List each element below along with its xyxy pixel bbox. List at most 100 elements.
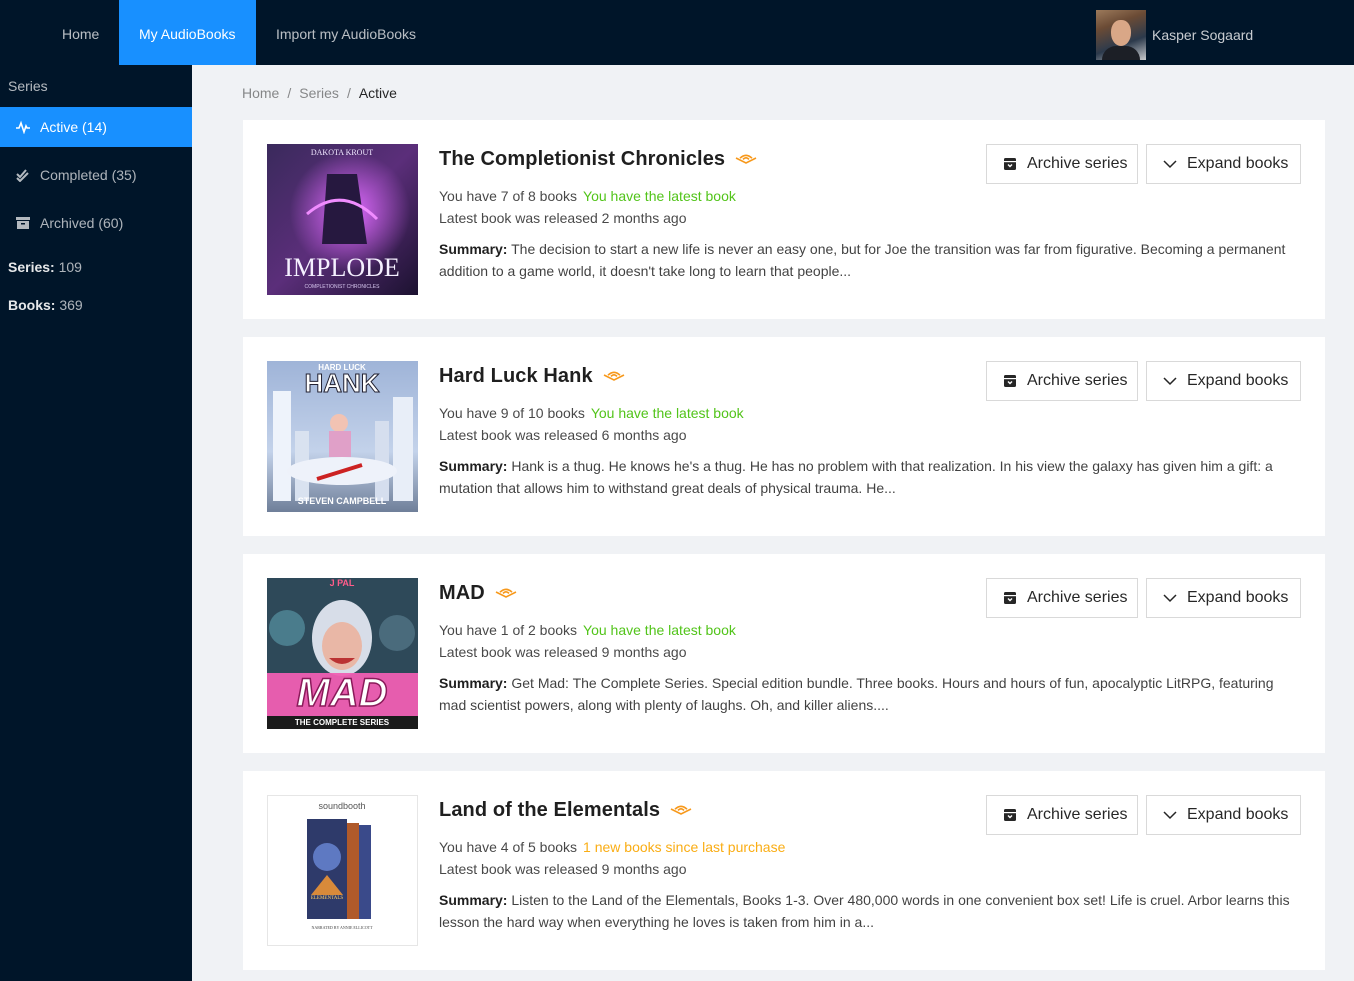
nav-import-audiobooks[interactable]: Import my AudioBooks (256, 0, 436, 65)
series-card: DAKOTA KROUT IMPLODE COMPLETIONIST CHRON… (243, 120, 1325, 319)
archive-icon (1002, 590, 1018, 606)
chevron-down-icon (1162, 156, 1178, 172)
books-owned-line: You have 1 of 2 books You have the latest… (439, 622, 736, 638)
archive-series-button[interactable]: Archive series (986, 578, 1138, 618)
nav-my-audiobooks[interactable]: My AudioBooks (119, 0, 256, 65)
status-text: You have the latest book (583, 188, 736, 204)
expand-books-button[interactable]: Expand books (1146, 795, 1301, 835)
summary-label: Summary: (439, 241, 508, 257)
latest-release: Latest book was released 2 months ago (439, 210, 687, 226)
breadcrumb-separator: / (346, 85, 351, 101)
status-text: 1 new books since last purchase (583, 839, 786, 855)
series-summary: Summary: Get Mad: The Complete Series. S… (439, 672, 1294, 716)
series-card: HARD LUCK HANK STEVEN CAMPBELL Hard Luck… (243, 337, 1325, 536)
nav-home[interactable]: Home (42, 0, 119, 65)
chevron-down-icon (1162, 590, 1178, 606)
archive-label: Archive series (1027, 155, 1128, 172)
series-cover[interactable]: HARD LUCK HANK STEVEN CAMPBELL (267, 361, 418, 512)
summary-text: The decision to start a new life is neve… (439, 241, 1286, 279)
sidebar-heading: Series (8, 78, 48, 94)
series-title[interactable]: Hard Luck Hank (439, 365, 593, 388)
archive-label: Archive series (1027, 372, 1128, 389)
series-card: soundbooth ELEMENTALS NARRATED BY ANNIE … (243, 771, 1325, 970)
chevron-down-icon (1162, 373, 1178, 389)
books-owned: You have 1 of 2 books (439, 622, 578, 638)
books-owned-line: You have 4 of 5 books 1 new books since l… (439, 839, 785, 855)
archive-label: Archive series (1027, 806, 1128, 823)
audible-icon[interactable] (735, 153, 757, 167)
books-owned-line: You have 9 of 10 books You have the lates… (439, 405, 744, 421)
expand-books-button[interactable]: Expand books (1146, 144, 1301, 184)
expand-books-button[interactable]: Expand books (1146, 361, 1301, 401)
avatar[interactable] (1096, 10, 1146, 60)
activity-icon (16, 120, 30, 134)
breadcrumb-active: Active (358, 85, 397, 101)
series-summary: Summary: The decision to start a new lif… (439, 238, 1294, 282)
expand-label: Expand books (1187, 372, 1289, 389)
series-card: J PAL MAD THE COMPLETE SERIES MAD You ha… (243, 554, 1325, 753)
user-name[interactable]: Kasper Sogaard (1152, 27, 1253, 43)
status-text: You have the latest book (590, 405, 744, 421)
latest-release: Latest book was released 6 months ago (439, 427, 687, 443)
archive-box-icon (16, 216, 30, 230)
svg-text:THE COMPLETE SERIES: THE COMPLETE SERIES (295, 718, 390, 727)
svg-text:COMPLETIONIST CHRONICLES: COMPLETIONIST CHRONICLES (305, 284, 381, 290)
expand-label: Expand books (1187, 806, 1289, 823)
series-title[interactable]: The Completionist Chronicles (439, 148, 725, 171)
series-title[interactable]: Land of the Elementals (439, 799, 660, 822)
sidebar: Series Active (14) Completed (35) Archiv… (0, 65, 192, 981)
series-summary: Summary: Listen to the Land of the Eleme… (439, 889, 1294, 933)
double-check-icon (16, 168, 30, 182)
user-menu[interactable]: Kasper Sogaard (1096, 10, 1253, 60)
books-owned: You have 9 of 10 books (439, 405, 585, 421)
svg-text:DAKOTA KROUT: DAKOTA KROUT (311, 148, 373, 157)
books-owned: You have 4 of 5 books (439, 839, 578, 855)
archive-series-button[interactable]: Archive series (986, 795, 1138, 835)
breadcrumb-home[interactable]: Home (242, 85, 279, 101)
series-summary: Summary: Hank is a thug. He knows he's a… (439, 455, 1294, 499)
series-title[interactable]: MAD (439, 582, 485, 605)
archive-icon (1002, 373, 1018, 389)
books-owned: You have 7 of 8 books (439, 188, 578, 204)
status-text: You have the latest book (583, 622, 736, 638)
latest-release: Latest book was released 9 months ago (439, 644, 687, 660)
series-cover[interactable]: DAKOTA KROUT IMPLODE COMPLETIONIST CHRON… (267, 144, 418, 295)
archive-label: Archive series (1027, 589, 1128, 606)
sidebar-item-label: Archived (60) (40, 215, 124, 231)
svg-text:ELEMENTALS: ELEMENTALS (311, 896, 344, 901)
breadcrumb-series[interactable]: Series (299, 85, 339, 101)
top-nav: Home My AudioBooks Import my AudioBooks … (0, 0, 1354, 65)
sidebar-item-label: Active (14) (40, 119, 107, 135)
sidebar-item-label: Completed (35) (40, 167, 137, 183)
summary-text: Hank is a thug. He knows he's a thug. He… (439, 458, 1273, 496)
audible-icon[interactable] (603, 370, 625, 384)
sidebar-item-archived[interactable]: Archived (60) (0, 203, 192, 243)
summary-text: Listen to the Land of the Elementals, Bo… (439, 892, 1290, 930)
archive-icon (1002, 807, 1018, 823)
series-cover[interactable]: J PAL MAD THE COMPLETE SERIES (267, 578, 418, 729)
sidebar-item-completed[interactable]: Completed (35) (0, 155, 192, 195)
books-count: Books: 369 (8, 297, 83, 313)
expand-label: Expand books (1187, 155, 1289, 172)
summary-label: Summary: (439, 458, 508, 474)
svg-text:NARRATED BY ANNIE ELLICOTT: NARRATED BY ANNIE ELLICOTT (311, 925, 373, 930)
sidebar-item-active[interactable]: Active (14) (0, 107, 192, 147)
archive-icon (1002, 156, 1018, 172)
svg-text:HANK: HANK (304, 368, 379, 398)
series-count: Series: 109 (8, 259, 82, 275)
summary-text: Get Mad: The Complete Series. Special ed… (439, 675, 1274, 713)
breadcrumb-separator: / (287, 85, 292, 101)
summary-label: Summary: (439, 892, 508, 908)
audible-icon[interactable] (495, 587, 517, 601)
summary-label: Summary: (439, 675, 508, 691)
audible-icon[interactable] (670, 804, 692, 818)
expand-books-button[interactable]: Expand books (1146, 578, 1301, 618)
archive-series-button[interactable]: Archive series (986, 144, 1138, 184)
books-owned-line: You have 7 of 8 books You have the latest… (439, 188, 736, 204)
svg-text:soundbooth: soundbooth (318, 801, 365, 811)
archive-series-button[interactable]: Archive series (986, 361, 1138, 401)
series-cover[interactable]: soundbooth ELEMENTALS NARRATED BY ANNIE … (267, 795, 418, 946)
svg-text:STEVEN CAMPBELL: STEVEN CAMPBELL (298, 496, 387, 506)
svg-text:J PAL: J PAL (330, 578, 355, 588)
svg-text:MAD: MAD (296, 671, 387, 715)
